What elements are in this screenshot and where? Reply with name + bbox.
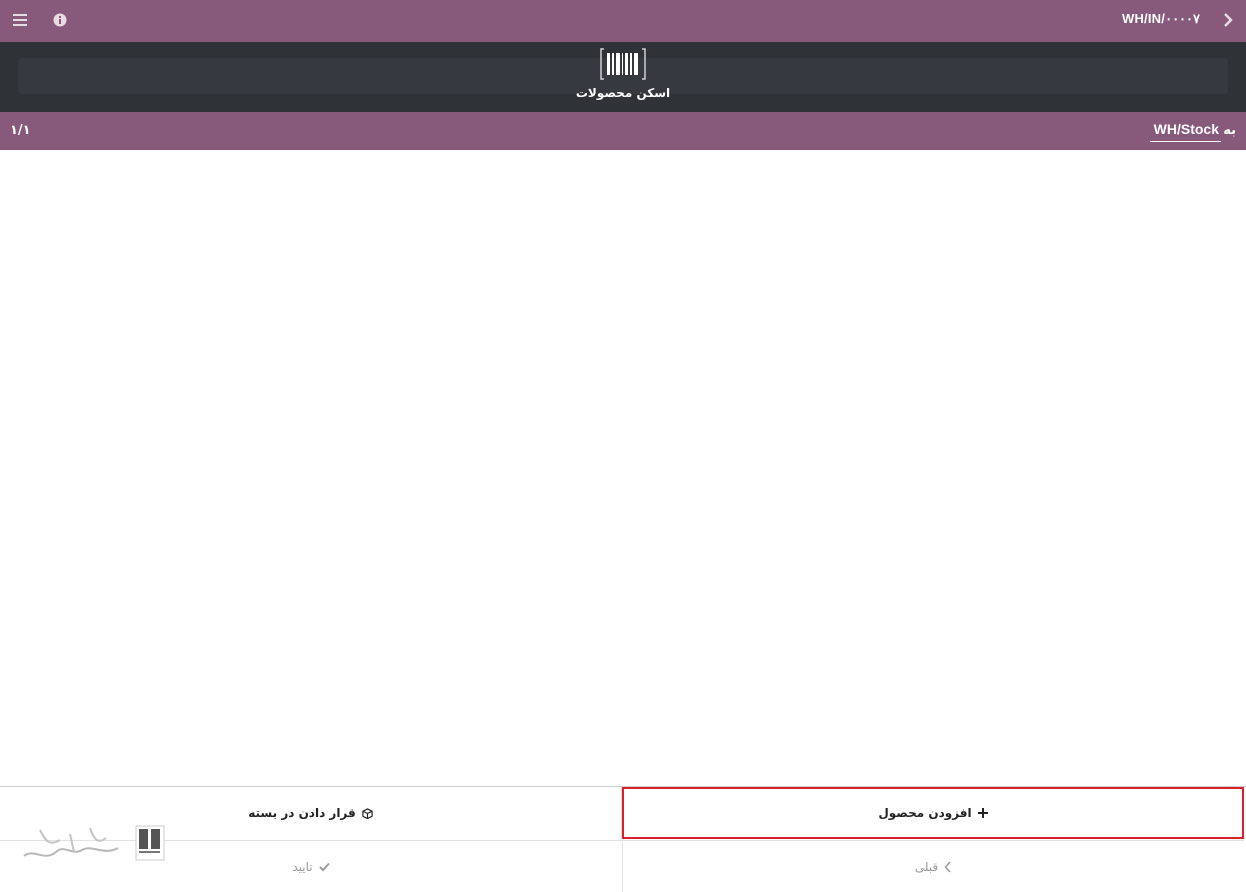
barcode-icon (600, 48, 646, 80)
scan-products-label: اسکن محصولات (575, 86, 671, 100)
previous-button[interactable]: قبلی (622, 840, 1244, 892)
destination-location[interactable]: WH/Stock (1149, 121, 1221, 142)
menu-button[interactable] (12, 12, 28, 28)
chevron-left-icon (944, 860, 951, 873)
add-product-label: افزودن محصول (878, 806, 972, 820)
footer-actions: افزودن محصول قرار دادن در بسته قبلی تایی… (0, 786, 1246, 892)
info-icon (53, 13, 67, 27)
previous-label: قبلی (914, 859, 939, 874)
add-product-button[interactable]: افزودن محصول (622, 787, 1244, 839)
cube-icon (362, 807, 373, 819)
hamburger-icon (13, 14, 27, 26)
scan-panel: اسکن محصولات (0, 42, 1246, 112)
location-bar: به WH/Stock ۱/۱ (0, 112, 1246, 150)
pager: ۱/۱ (10, 123, 31, 138)
watermark-logo (23, 825, 165, 861)
back-button[interactable] (1220, 10, 1236, 30)
to-label: به (1223, 123, 1236, 138)
put-in-pack-label: قرار دادن در بسته (248, 806, 356, 820)
picking-reference: WH/IN/۰۰۰۰۷ (1122, 11, 1200, 26)
move-lines-area (0, 150, 1246, 786)
check-icon (318, 862, 330, 871)
confirm-label: تایید (292, 859, 313, 874)
plus-icon (977, 808, 988, 818)
info-button[interactable] (53, 12, 67, 27)
top-bar: WH/IN/۰۰۰۰۷ (0, 0, 1246, 42)
chevron-right-icon (1224, 13, 1233, 27)
